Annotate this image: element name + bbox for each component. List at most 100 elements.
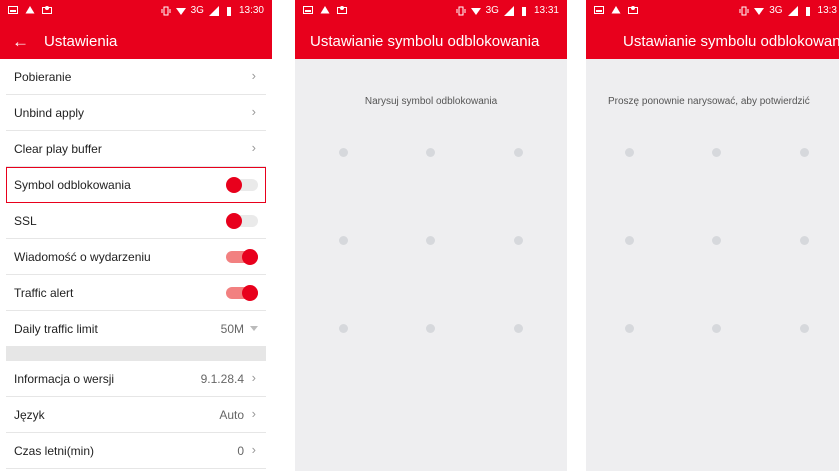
chevron-right-icon: ›	[251, 68, 256, 83]
vibrate-icon	[161, 6, 171, 16]
ssl-toggle[interactable]	[226, 213, 258, 229]
row-label: Wiadomość o wydarzeniu	[14, 250, 151, 264]
draw-prompt: Narysuj symbol odblokowania	[364, 96, 498, 107]
page-title: Ustawianie symbolu odblokowani	[623, 33, 839, 50]
pattern-dot[interactable]	[712, 148, 721, 157]
row-label: Traffic alert	[14, 286, 74, 300]
toggle-knob	[226, 213, 242, 229]
mail-notification-icon	[337, 6, 347, 14]
vibrate-icon	[456, 6, 466, 16]
row-label: Clear play buffer	[14, 142, 102, 156]
signal-icon	[503, 6, 514, 16]
toggle-knob	[242, 249, 258, 265]
pattern-dot[interactable]	[625, 148, 634, 157]
settings-row-version-info[interactable]: Informacja o wersji 9.1.28.4 ›	[6, 361, 266, 397]
status-bar: 3G 13:30	[0, 0, 272, 24]
network-type: 3G	[485, 5, 499, 16]
chevron-right-icon: ›	[251, 442, 256, 457]
notification-icons	[594, 5, 638, 15]
pattern-dot[interactable]	[514, 324, 523, 333]
section-divider	[6, 347, 266, 361]
settings-row-daily-traffic-limit[interactable]: Daily traffic limit 50M	[6, 311, 266, 347]
row-label: Daily traffic limit	[14, 322, 98, 336]
pattern-dot[interactable]	[625, 236, 634, 245]
settings-row-unbind-apply[interactable]: Unbind apply ›	[6, 95, 266, 131]
pattern-dot[interactable]	[339, 236, 348, 245]
traffic-alert-toggle[interactable]	[226, 285, 258, 301]
system-indicators: 3G 13:31	[456, 5, 559, 17]
pattern-dot[interactable]	[800, 148, 809, 157]
app-bar: Ustawianie symbolu odblokowania	[295, 24, 567, 59]
pattern-dot[interactable]	[712, 236, 721, 245]
language-value: Auto	[219, 408, 244, 422]
settings-screen: 3G 13:30 ← Ustawienia Pobieranie › Unbin…	[0, 0, 272, 471]
summer-time-value: 0	[237, 444, 244, 458]
pattern-dot[interactable]	[426, 236, 435, 245]
pattern-dot[interactable]	[426, 148, 435, 157]
drive-notification-icon	[320, 6, 330, 14]
row-label: Język	[14, 408, 45, 422]
traffic-limit-value: 50M	[220, 322, 244, 336]
row-label: Informacja o wersji	[14, 372, 115, 386]
pattern-dot[interactable]	[339, 148, 348, 157]
pattern-dot[interactable]	[426, 324, 435, 333]
row-label: Czas letni(min)	[14, 444, 95, 458]
app-bar: ← Ustawienia	[0, 24, 272, 59]
network-type: 3G	[190, 5, 204, 16]
chevron-right-icon: ›	[251, 104, 256, 119]
image-notification-icon	[303, 6, 313, 14]
notification-icons	[8, 5, 52, 15]
mail-notification-icon	[42, 6, 52, 14]
network-type: 3G	[769, 5, 783, 16]
confirm-prompt: Proszę ponownie narysować, aby potwierdz…	[608, 96, 810, 107]
version-value: 9.1.28.4	[200, 372, 244, 386]
pattern-dot[interactable]	[800, 324, 809, 333]
pattern-dot[interactable]	[625, 324, 634, 333]
wifi-icon	[754, 8, 765, 15]
toggle-knob	[226, 177, 242, 193]
unlock-symbol-toggle[interactable]	[226, 177, 258, 193]
settings-list: Pobieranie › Unbind apply › Clear play b…	[0, 59, 272, 469]
unlock-confirm-screen: 3G 13:3 Ustawianie symbolu odblokowani P…	[586, 0, 839, 471]
system-indicators: 3G 13:3	[739, 5, 837, 17]
page-title: Ustawienia	[44, 33, 118, 50]
settings-row-language[interactable]: Język Auto ›	[6, 397, 266, 433]
clock: 13:30	[238, 5, 264, 16]
settings-row-summer-time[interactable]: Czas letni(min) 0 ›	[6, 433, 266, 469]
settings-row-ssl: SSL	[6, 203, 266, 239]
pattern-dot[interactable]	[339, 324, 348, 333]
toggle-knob	[242, 285, 258, 301]
pattern-dot[interactable]	[514, 236, 523, 245]
pattern-dot[interactable]	[800, 236, 809, 245]
row-label: Unbind apply	[14, 106, 85, 120]
back-arrow-icon[interactable]: ←	[12, 33, 29, 50]
signal-icon	[208, 6, 219, 16]
battery-icon	[226, 7, 231, 16]
settings-row-event-message: Wiadomość o wydarzeniu	[6, 239, 266, 275]
drive-notification-icon	[611, 6, 621, 14]
clock: 13:3	[817, 5, 837, 16]
row-label: Symbol odblokowania	[14, 178, 131, 192]
chevron-right-icon: ›	[251, 370, 256, 385]
wifi-icon	[175, 8, 186, 15]
system-indicators: 3G 13:30	[161, 5, 264, 17]
pattern-dot[interactable]	[514, 148, 523, 157]
settings-row-clear-play-buffer[interactable]: Clear play buffer ›	[6, 131, 266, 167]
unlock-draw-screen: 3G 13:31 Ustawianie symbolu odblokowania…	[295, 0, 567, 471]
event-message-toggle[interactable]	[226, 249, 258, 265]
dropdown-caret-icon	[250, 326, 258, 331]
row-label: Pobieranie	[14, 70, 72, 84]
pattern-dot[interactable]	[712, 324, 721, 333]
image-notification-icon	[8, 6, 18, 14]
notification-icons	[303, 5, 347, 15]
page-title: Ustawianie symbolu odblokowania	[310, 33, 540, 50]
battery-icon	[805, 7, 810, 16]
wifi-icon	[470, 8, 481, 15]
chevron-right-icon: ›	[251, 140, 256, 155]
status-bar: 3G 13:3	[586, 0, 839, 24]
clock: 13:31	[533, 5, 559, 16]
status-bar: 3G 13:31	[295, 0, 567, 24]
settings-row-traffic-alert: Traffic alert	[6, 275, 266, 311]
settings-row-pobieranie[interactable]: Pobieranie ›	[6, 59, 266, 95]
app-bar: Ustawianie symbolu odblokowani	[586, 24, 839, 59]
